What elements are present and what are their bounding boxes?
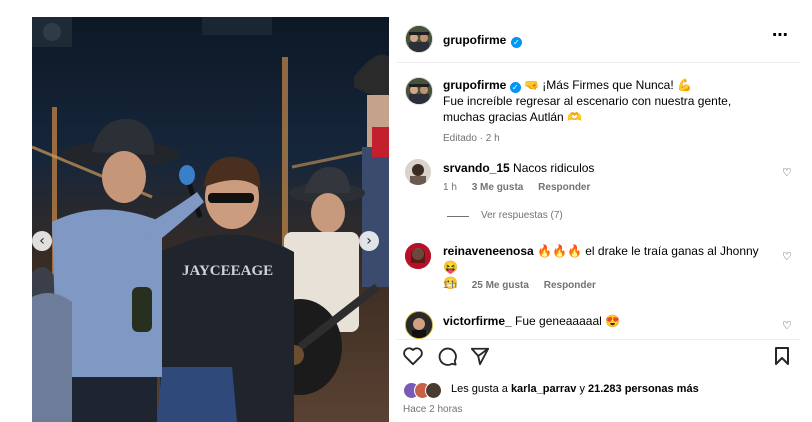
comment-avatar[interactable]: [405, 243, 431, 269]
likes-prefix: Les gusta a: [451, 383, 508, 395]
liker-avatars[interactable]: [403, 381, 447, 399]
caption-line-2: Fue increíble regresar al escenario con …: [443, 94, 732, 108]
likes-others[interactable]: 21.283 personas más: [588, 383, 699, 395]
verified-badge-icon: ✓: [509, 82, 521, 93]
more-options-button[interactable]: ⋯: [772, 25, 788, 44]
view-replies-label: Ver respuestas (7): [481, 210, 563, 221]
heart-outline-icon: ♡: [782, 250, 792, 263]
author-username[interactable]: grupofirme: [443, 33, 506, 47]
caption-line-3: muchas gracias Autlán 🫶: [443, 110, 583, 124]
comment-like-button[interactable]: ♡: [782, 319, 792, 332]
comment-username[interactable]: victorfirme_: [443, 314, 512, 328]
comment-likes-count[interactable]: 25 Me gusta: [472, 280, 529, 291]
reply-button[interactable]: Responder: [544, 280, 596, 291]
more-dots-icon: ⋯: [772, 25, 788, 44]
comment-bubble-icon: [438, 347, 457, 366]
bookmark-icon: [775, 347, 789, 365]
comment-time: 1 h: [443, 182, 457, 193]
comment-like-button[interactable]: ♡: [782, 250, 792, 263]
actions-divider: [396, 339, 801, 340]
chevron-right-icon: ›: [366, 233, 372, 249]
post-photo[interactable]: JAYCEEAGE ‹ ›: [32, 17, 389, 422]
caption-line-1: 🤜 ¡Más Firmes que Nunca! 💪: [524, 78, 692, 92]
comment-username[interactable]: reinaveneenosa: [443, 244, 534, 258]
shirt-print: JAYCEEAGE: [182, 263, 273, 279]
save-button[interactable]: [774, 346, 790, 366]
like-button[interactable]: [402, 346, 424, 366]
chevron-left-icon: ‹: [39, 233, 45, 249]
comment-row: victorfirme_ Fue geneaaaaal 😍: [443, 313, 620, 329]
caption-avatar[interactable]: [405, 77, 433, 105]
next-image-button[interactable]: ›: [359, 231, 379, 251]
previous-image-button[interactable]: ‹: [32, 231, 52, 251]
profile-photo-icon: [406, 312, 432, 338]
caption-block: grupofirme ✓ 🤜 ¡Más Firmes que Nunca! 💪 …: [443, 77, 783, 147]
post-header-author[interactable]: grupofirme ✓: [443, 31, 522, 49]
profile-photo-icon: [405, 243, 431, 269]
header-divider: [396, 62, 801, 63]
group-photo-icon: [406, 78, 432, 104]
comment-avatar[interactable]: [405, 159, 431, 185]
group-photo-icon: [406, 26, 432, 52]
comment-text: Fue geneaaaaal 😍: [515, 314, 621, 328]
comment-like-button[interactable]: ♡: [782, 166, 792, 179]
comment-row: srvando_15 Nacos ridiculos: [443, 160, 594, 176]
heart-outline-icon: ♡: [782, 319, 792, 332]
verified-badge-icon: ✓: [510, 37, 522, 48]
comment-meta: 1 h 25 Me gusta Responder: [443, 280, 596, 291]
comment-text: Nacos ridiculos: [513, 161, 595, 175]
comment-avatar[interactable]: [405, 311, 433, 339]
caption-edited-time: Editado · 2 h: [443, 133, 500, 144]
comment-meta: 1 h 3 Me gusta Responder: [443, 182, 590, 193]
comment-button[interactable]: [437, 346, 457, 366]
paper-plane-icon: [470, 347, 490, 366]
reply-button[interactable]: Responder: [538, 182, 590, 193]
heart-outline-icon: [403, 347, 423, 366]
heart-outline-icon: ♡: [782, 166, 792, 179]
comment-likes-count[interactable]: 3 Me gusta: [472, 182, 524, 193]
concert-photo-illustration: JAYCEEAGE: [32, 17, 389, 422]
comment-username[interactable]: srvando_15: [443, 161, 510, 175]
view-replies-button[interactable]: Ver respuestas (7): [481, 210, 563, 221]
post-timestamp: Hace 2 horas: [403, 404, 463, 415]
comment-time: 1 h: [443, 280, 457, 291]
liker-avatar: [425, 382, 442, 399]
likes-summary[interactable]: Les gusta a karla_parrav y 21.283 person…: [451, 383, 699, 395]
share-button[interactable]: [470, 346, 490, 366]
caption-author[interactable]: grupofirme: [443, 78, 506, 92]
profile-photo-icon: [405, 159, 431, 185]
likes-joiner: y: [579, 383, 585, 395]
liker-username[interactable]: karla_parrav: [511, 383, 576, 395]
replies-line: [447, 216, 469, 217]
author-avatar[interactable]: [405, 25, 433, 53]
